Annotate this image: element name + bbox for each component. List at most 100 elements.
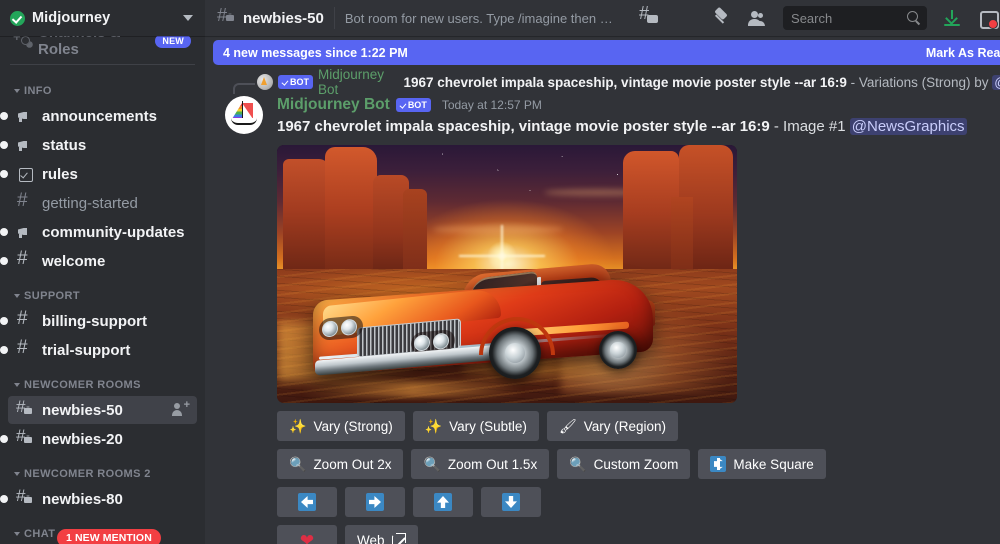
reply-reference[interactable]: BOT Midjourney Bot 1967 chevrolet impala… — [205, 67, 1000, 97]
unread-dot — [0, 435, 8, 443]
mesa-rock — [671, 197, 693, 273]
channel-label: newbies-20 — [42, 430, 123, 448]
button-row-pan — [277, 487, 1000, 517]
generated-image[interactable] — [277, 145, 737, 403]
message-area[interactable]: 4 new messages since 1:22 PM Mark As Rea… — [205, 36, 1000, 544]
custom-zoom-button[interactable]: 🔍 Custom Zoom — [557, 449, 691, 479]
zoom-out-2x-button[interactable]: 🔍 Zoom Out 2x — [277, 449, 404, 479]
message-author[interactable]: Midjourney Bot — [277, 96, 390, 114]
button-row-zoom: 🔍 Zoom Out 2x 🔍 Zoom Out 1.5x 🔍 Custom Z… — [277, 449, 1000, 479]
magnifying-glass-icon: 🔍 — [569, 456, 587, 472]
magnifying-glass-icon: 🔍 — [423, 456, 441, 472]
chevron-down-icon — [14, 89, 20, 93]
channel-label: newbies-50 — [42, 401, 123, 419]
sidebar-item-newbies-80[interactable]: newbies-80 — [0, 485, 197, 513]
chevron-down-icon[interactable] — [183, 15, 193, 21]
make-square-button[interactable]: Make Square — [698, 449, 826, 479]
channel-label: announcements — [42, 107, 158, 125]
sidebar-item-welcome[interactable]: welcome — [0, 247, 197, 275]
channel-title[interactable]: newbies-50 — [243, 10, 324, 27]
vary-region-button[interactable]: 🖌 Vary (Region) — [546, 411, 678, 441]
search-box[interactable] — [783, 6, 928, 30]
verified-check-icon — [399, 102, 406, 109]
sidebar-item-community-updates[interactable]: community-updates — [0, 218, 197, 246]
message-mention[interactable]: @NewsGraphics — [849, 118, 967, 135]
member-list-icon[interactable] — [747, 7, 769, 29]
category-label: NEWCOMER ROOMS 2 — [24, 468, 151, 480]
hash-lock-icon — [217, 5, 237, 28]
hash-icon — [16, 190, 36, 213]
unread-dot — [0, 346, 8, 354]
favorite-button[interactable]: ❤ — [277, 525, 337, 544]
midjourney-sailboat-avatar[interactable] — [225, 96, 263, 134]
pan-right-button[interactable] — [345, 487, 405, 517]
sidebar-divider — [10, 64, 195, 65]
arrow-up-icon — [434, 493, 452, 511]
category-newcomer-rooms[interactable]: NEWCOMER ROOMS — [0, 365, 205, 395]
web-button[interactable]: Web — [345, 525, 418, 544]
add-member-icon[interactable]: + — [172, 400, 190, 418]
notification-muted-icon[interactable] — [675, 7, 698, 29]
channel-label: getting-started — [42, 194, 138, 212]
category-chat[interactable]: CHAT 1 NEW MENTION — [0, 514, 205, 544]
sidebar-item-announcements[interactable]: announcements — [0, 102, 197, 130]
sparkles-icon: ✨ — [424, 418, 443, 434]
unread-dot — [0, 170, 8, 178]
reply-author[interactable]: Midjourney Bot — [318, 67, 398, 97]
zoom-out-1-5x-button[interactable]: 🔍 Zoom Out 1.5x — [411, 449, 550, 479]
category-label: CHAT — [24, 528, 56, 540]
channel-topic[interactable]: Bot room for new users. Type /imagine th… — [345, 11, 620, 26]
avatar — [257, 74, 273, 90]
server-header[interactable]: Midjourney — [0, 0, 205, 36]
unread-dot — [0, 228, 8, 236]
pan-up-button[interactable] — [413, 487, 473, 517]
reply-mention[interactable]: @NewsGraph — [992, 74, 1000, 90]
category-label: NEWCOMER ROOMS — [24, 379, 141, 391]
bot-badge: BOT — [278, 75, 313, 89]
chevron-down-icon — [14, 472, 20, 476]
threads-icon[interactable] — [639, 3, 661, 29]
make-square-icon — [710, 456, 727, 472]
channel-label: status — [42, 136, 87, 154]
pinned-messages-icon[interactable] — [711, 7, 733, 29]
search-input[interactable] — [791, 10, 908, 26]
button-label: Make Square — [733, 456, 814, 472]
vary-subtle-button[interactable]: ✨ Vary (Subtle) — [412, 411, 539, 441]
channel-label: welcome — [42, 252, 106, 270]
main-content: newbies-50 Bot room for new users. Type … — [205, 0, 1000, 544]
sidebar-item-billing-support[interactable]: billing-support — [0, 307, 197, 335]
inbox-download-icon[interactable] — [941, 7, 963, 29]
hash-lock-icon — [16, 426, 36, 449]
button-label: Web — [357, 532, 385, 544]
channels-and-roles-row[interactable]: Channels & Roles NEW — [8, 36, 197, 58]
pan-down-button[interactable] — [481, 487, 541, 517]
sidebar-item-trial-support[interactable]: trial-support — [0, 336, 197, 364]
new-badge: NEW — [155, 36, 191, 48]
sparkles-icon: ✨ — [289, 418, 307, 434]
reply-prompt: 1967 chevrolet impala spaceship, vintage… — [403, 74, 847, 90]
vary-strong-button[interactable]: ✨ Vary (Strong) — [277, 411, 405, 441]
sidebar-item-newbies-20[interactable]: newbies-20 — [0, 425, 197, 453]
message-prompt: 1967 chevrolet impala spaceship, vintage… — [277, 118, 770, 135]
sidebar-item-newbies-50[interactable]: newbies-50 + — [8, 396, 197, 424]
category-support[interactable]: SUPPORT — [0, 276, 205, 306]
message-suffix: - Image #1 — [769, 118, 850, 135]
channels-and-roles-label: Channels & Roles — [38, 36, 121, 58]
topbar-divider — [333, 7, 335, 29]
sidebar-item-getting-started[interactable]: getting-started — [8, 189, 197, 217]
reply-preview: 1967 chevrolet impala spaceship, vintage… — [403, 74, 1000, 90]
sidebar-item-status[interactable]: status — [0, 131, 197, 159]
channel-list-scroll[interactable]: Channels & Roles NEW INFO announcements … — [0, 36, 205, 544]
channel-label: community-updates — [42, 223, 185, 241]
unread-dot — [0, 317, 8, 325]
sidebar-item-rules[interactable]: rules — [0, 160, 197, 188]
megaphone-icon — [16, 222, 36, 242]
hash-icon — [16, 308, 36, 331]
inbox-icon[interactable] — [977, 7, 1000, 29]
category-info[interactable]: INFO — [0, 71, 205, 101]
message-header: Midjourney Bot BOT Today at 12:57 PM — [277, 94, 1000, 116]
category-newcomer-rooms-2[interactable]: NEWCOMER ROOMS 2 — [0, 454, 205, 484]
pan-left-button[interactable] — [277, 487, 337, 517]
mark-as-read-label: Mark As Read — [925, 45, 1000, 60]
mark-as-read-button[interactable]: Mark As Read — [926, 46, 1000, 60]
